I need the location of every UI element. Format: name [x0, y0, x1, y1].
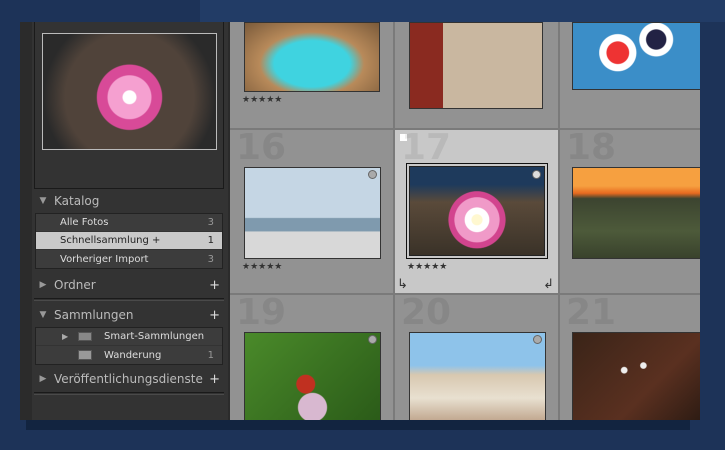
- cell-number: 16: [236, 130, 287, 168]
- grid-cell[interactable]: 18: [560, 130, 700, 295]
- smart-collection-icon: [78, 332, 92, 341]
- grid-cell[interactable]: ★★★★★: [230, 22, 395, 130]
- item-count: 3: [207, 253, 214, 265]
- photo-thumbnail[interactable]: [409, 166, 545, 256]
- triangle-right-icon: ▶: [39, 374, 47, 384]
- divider: [34, 392, 224, 395]
- katalog-item-vorheriger-import[interactable]: Vorheriger Import 3: [36, 250, 222, 268]
- section-veroeffentlichungsdienste[interactable]: ▶ Veröffentlichungsdienste +: [32, 368, 228, 390]
- divider: [34, 298, 224, 301]
- add-icon[interactable]: +: [209, 372, 220, 387]
- rotate-right-icon[interactable]: ↲: [543, 277, 554, 292]
- item-label: Smart-Sammlungen: [104, 331, 205, 342]
- item-count: 1: [207, 235, 214, 246]
- grid-cell[interactable]: 20: [395, 295, 560, 420]
- triangle-down-icon: ▼: [39, 196, 47, 206]
- rating-stars[interactable]: ★★★★★: [407, 262, 447, 272]
- badge-circle-icon: [532, 170, 541, 179]
- item-count: 1: [207, 349, 214, 361]
- rating-stars[interactable]: ★★★★★: [242, 95, 282, 105]
- left-panel: ▼ Katalog Alle Fotos 3 Schnellsammlung + 1 …: [32, 22, 228, 420]
- badge-circle-icon: [368, 335, 377, 344]
- cell-number: 17: [401, 130, 452, 168]
- background-shape: [200, 0, 725, 22]
- item-count: 3: [207, 217, 214, 228]
- photo-thumbnail[interactable]: [244, 167, 381, 259]
- section-ordner[interactable]: ▶ Ordner +: [32, 274, 228, 296]
- item-label: Wanderung: [104, 349, 162, 361]
- navigator-preview[interactable]: [42, 33, 217, 150]
- add-icon[interactable]: +: [209, 278, 220, 293]
- collection-icon: [78, 350, 92, 360]
- cell-number: 20: [401, 295, 452, 333]
- lightroom-window: ▼ Katalog Alle Fotos 3 Schnellsammlung + 1 …: [20, 22, 700, 420]
- photo-thumbnail[interactable]: [244, 22, 380, 92]
- add-icon[interactable]: +: [209, 308, 220, 323]
- item-label: Vorheriger Import: [60, 253, 149, 265]
- item-label: Schnellsammlung +: [60, 235, 161, 246]
- section-title: Sammlungen: [54, 308, 134, 322]
- grid-cell[interactable]: 16 ★★★★★: [230, 130, 395, 295]
- photo-grid: ★★★★★ 16 ★★★★★ 17 ★★★★★ ↳ ↲ 18 19 20 21: [230, 22, 700, 420]
- photo-thumbnail[interactable]: [572, 22, 700, 90]
- badge-circle-icon: [533, 335, 542, 344]
- cell-number: 18: [566, 130, 617, 168]
- triangle-right-icon: ▶: [39, 280, 47, 290]
- badge-circle-icon: [368, 170, 377, 179]
- grid-cell[interactable]: 19: [230, 295, 395, 420]
- sammlungen-list: ▶ Smart-Sammlungen Wanderung 1: [35, 327, 223, 365]
- triangle-down-icon: ▼: [39, 310, 47, 320]
- grid-cell-selected[interactable]: 17 ★★★★★ ↳ ↲: [395, 130, 560, 295]
- katalog-item-alle-fotos[interactable]: Alle Fotos 3: [36, 214, 222, 232]
- section-sammlungen[interactable]: ▼ Sammlungen +: [32, 304, 228, 326]
- rating-stars[interactable]: ★★★★★: [242, 262, 282, 272]
- section-title: Katalog: [54, 194, 100, 208]
- photo-thumbnail[interactable]: [572, 332, 700, 420]
- cell-number: 19: [236, 295, 287, 333]
- grid-cell[interactable]: 21: [560, 295, 700, 420]
- katalog-item-schnellsammlung[interactable]: Schnellsammlung + 1: [36, 232, 222, 250]
- photo-thumbnail[interactable]: [409, 22, 543, 109]
- photo-thumbnail[interactable]: [572, 167, 700, 259]
- cell-number: 21: [566, 295, 617, 333]
- section-katalog[interactable]: ▼ Katalog: [32, 190, 228, 212]
- katalog-list: Alle Fotos 3 Schnellsammlung + 1 Vorherige…: [35, 213, 223, 269]
- section-title: Veröffentlichungsdienste: [54, 372, 203, 386]
- triangle-right-icon: ▶: [62, 332, 69, 341]
- grid-cell[interactable]: [560, 22, 700, 130]
- grid-cell[interactable]: [395, 22, 560, 130]
- item-label: Alle Fotos: [60, 217, 109, 228]
- rotate-left-icon[interactable]: ↳: [397, 277, 408, 292]
- photo-thumbnail[interactable]: [409, 332, 546, 420]
- collection-wanderung[interactable]: Wanderung 1: [36, 346, 222, 364]
- photo-thumbnail[interactable]: [244, 332, 381, 420]
- collection-set-smart-sammlungen[interactable]: ▶ Smart-Sammlungen: [36, 328, 222, 346]
- section-title: Ordner: [54, 278, 96, 292]
